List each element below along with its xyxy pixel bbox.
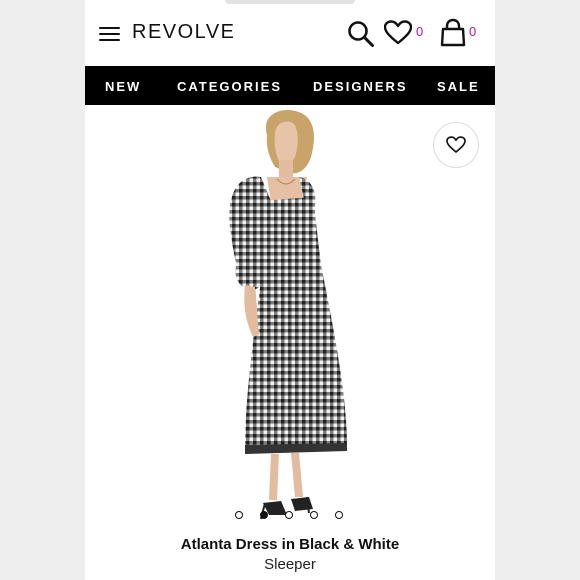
product-image[interactable]	[85, 105, 495, 525]
bag-icon[interactable]	[440, 18, 466, 53]
gallery-dot-1[interactable]	[235, 511, 243, 519]
wishlist-heart-button[interactable]	[433, 122, 479, 168]
wishlist-count: 0	[416, 24, 424, 39]
bag-count: 0	[469, 24, 477, 39]
heart-icon[interactable]	[383, 20, 413, 51]
category-nav: NEW CATEGORIES DESIGNERS SALE	[85, 66, 495, 105]
product-brand[interactable]: Sleeper	[85, 556, 495, 573]
gallery-pagination	[235, 511, 360, 519]
phone-screen: REVOLVE 0 0 NEW CATEGORIES DESIGNERS SAL…	[85, 0, 495, 580]
nav-item-new[interactable]: NEW	[105, 79, 141, 94]
wishlist-heart-icon	[446, 136, 466, 153]
nav-item-designers[interactable]: DESIGNERS	[313, 79, 408, 94]
logo[interactable]: REVOLVE	[132, 21, 236, 44]
menu-icon[interactable]	[99, 27, 120, 42]
gallery-dot-3[interactable]	[285, 511, 293, 519]
product-title: Atlanta Dress in Black & White	[180, 536, 400, 553]
gallery-dot-4[interactable]	[310, 511, 318, 519]
nav-item-sale[interactable]: SALE	[437, 79, 480, 94]
header: REVOLVE 0 0	[85, 0, 495, 66]
nav-item-categories[interactable]: CATEGORIES	[177, 79, 282, 94]
search-icon[interactable]	[347, 20, 375, 53]
gallery-dot-2[interactable]	[260, 511, 268, 519]
gallery-dot-5[interactable]	[335, 511, 343, 519]
